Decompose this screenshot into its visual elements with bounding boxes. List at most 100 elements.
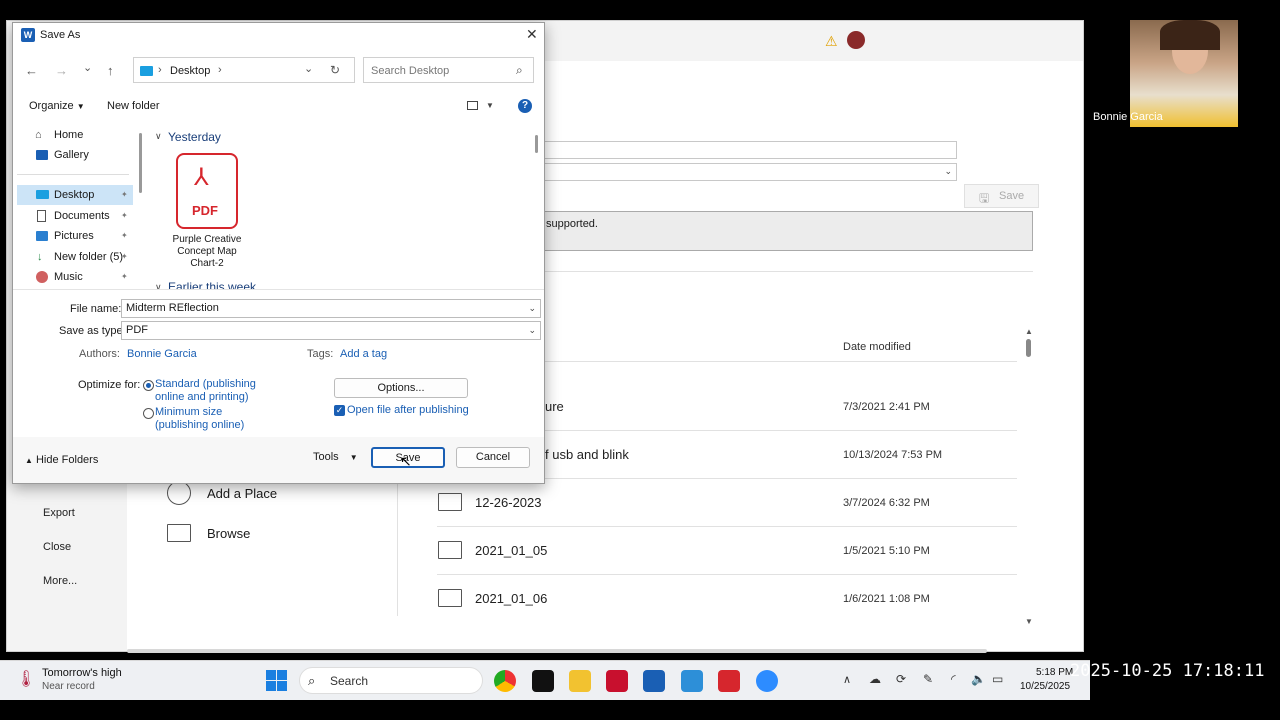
clock-time[interactable]: 5:18 PM — [1036, 667, 1073, 678]
close-icon[interactable]: ✕ — [526, 26, 538, 43]
standard-radio[interactable] — [143, 380, 154, 391]
acrobat-taskbar-icon[interactable] — [718, 670, 740, 692]
hide-folders-button[interactable]: ▲ Hide Folders — [25, 454, 98, 466]
file-explorer-icon[interactable] — [569, 670, 591, 692]
place-browse-label: Browse — [207, 526, 251, 541]
clock-date[interactable]: 10/25/2025 — [1020, 681, 1070, 692]
refresh-icon[interactable]: ↻ — [330, 63, 340, 77]
user-avatar[interactable] — [847, 31, 865, 49]
authors-field[interactable]: Bonnie Garcia — [127, 348, 197, 360]
sidebar-item-pictures[interactable]: Pictures ✦ — [17, 226, 133, 246]
pin-icon: ✦ — [121, 252, 128, 261]
collapse-chevron-icon[interactable]: ∨ — [155, 131, 162, 142]
sync-icon[interactable]: ⟳ — [896, 672, 906, 686]
recording-timestamp: 2025-10-25 17:18:11 — [1070, 661, 1265, 681]
dialog-title: Save As — [40, 29, 81, 41]
optimize-label: Optimize for: — [78, 379, 141, 391]
app-icon[interactable] — [532, 670, 554, 692]
taskbar: 🌡 Tomorrow's high Near record ⌕ Search ∧… — [0, 660, 1090, 700]
volume-icon[interactable]: 🔈 — [971, 672, 986, 686]
battery-icon[interactable]: ▭ — [992, 672, 1003, 686]
backstage-export[interactable]: Export — [43, 507, 75, 519]
standard-option-label[interactable]: Standard (publishing online and printing… — [155, 378, 265, 404]
chevron-down-icon[interactable]: ▼ — [486, 101, 494, 110]
save-type-select[interactable]: PDF ⌄ — [121, 321, 541, 340]
file-item[interactable]: ⅄ PDF Purple Creative Concept Map Chart-… — [163, 151, 251, 271]
scroll-up-icon[interactable]: ▲ — [1025, 327, 1033, 336]
group-header[interactable]: Yesterday — [168, 130, 221, 144]
weather-subtitle[interactable]: Near record — [42, 681, 95, 692]
minimum-option-label[interactable]: Minimum size (publishing online) — [155, 406, 255, 432]
chrome-icon[interactable] — [494, 670, 516, 692]
cloud-sync-icon[interactable]: ☁ — [869, 672, 881, 686]
cancel-button[interactable]: Cancel — [456, 447, 530, 468]
up-arrow-icon[interactable]: ↑ — [107, 63, 114, 78]
chevron-down-icon[interactable]: ⌄ — [304, 62, 313, 75]
mouse-cursor-icon: ↖ — [400, 453, 412, 469]
recent-locations-chevron-icon[interactable]: ⌄ — [83, 61, 92, 74]
sidebar-item-documents[interactable]: Documents ✦ — [17, 206, 133, 226]
chevron-down-icon: ▼ — [349, 453, 358, 462]
collapse-chevron-icon[interactable]: ∨ — [155, 282, 162, 289]
taskbar-search[interactable]: ⌕ Search — [299, 667, 483, 694]
chevron-down-icon: ⌄ — [944, 166, 952, 176]
options-button[interactable]: Options... — [334, 378, 468, 398]
zoom-icon[interactable] — [756, 670, 778, 692]
warning-icon[interactable]: ⚠ — [825, 33, 838, 50]
scrollbar[interactable] — [139, 133, 142, 193]
weather-title[interactable]: Tomorrow's high — [42, 667, 122, 679]
sidebar-item-gallery[interactable]: Gallery — [17, 145, 133, 165]
sidebar-item-home[interactable]: ⌂ Home — [17, 125, 133, 145]
address-bar[interactable]: › Desktop › ⌄ ↻ — [133, 57, 355, 83]
mcafee-icon[interactable] — [606, 670, 628, 692]
list-item-date: 3/7/2024 6:32 PM — [843, 497, 930, 509]
backstage-save-button[interactable]: 🖫 Save — [964, 184, 1039, 208]
scroll-down-icon[interactable]: ▼ — [1025, 617, 1033, 626]
title-field[interactable] — [537, 141, 957, 159]
new-folder-button[interactable]: New folder — [107, 100, 160, 112]
scroll-thumb[interactable] — [1026, 339, 1031, 357]
date-modified-header[interactable]: Date modified — [843, 341, 911, 353]
wifi-icon[interactable]: ◜ — [951, 672, 956, 686]
organize-button[interactable]: Organize ▼ — [29, 100, 85, 112]
group-header[interactable]: Earlier this week — [168, 280, 256, 289]
photos-icon[interactable] — [681, 670, 703, 692]
breadcrumb[interactable]: Desktop — [170, 65, 210, 77]
organize-label: Organize — [29, 100, 74, 112]
divider — [13, 289, 544, 290]
backstage-more[interactable]: More... — [43, 575, 77, 587]
save-type-label: Save as type: — [59, 325, 126, 337]
dialog-titlebar: W Save As ✕ — [13, 23, 544, 47]
list-item[interactable]: 2021_01_06 1/6/2021 1:08 PM — [437, 575, 1017, 622]
chevron-up-icon[interactable]: ∧ — [843, 673, 851, 686]
navigation-pane: ⌂ Home Gallery Desktop ✦ Documents ✦ Pic… — [13, 121, 142, 289]
divider — [537, 271, 1033, 272]
horizontal-scrollbar[interactable] — [127, 649, 987, 653]
chevron-down-icon[interactable]: ⌄ — [528, 300, 536, 316]
help-icon[interactable]: ? — [518, 99, 532, 113]
word-taskbar-icon[interactable] — [643, 670, 665, 692]
back-arrow-icon[interactable]: ← — [25, 63, 38, 78]
sidebar-item-new-folder[interactable]: ↓ New folder (5) ✦ — [17, 247, 133, 267]
sidebar-item-music[interactable]: Music ✦ — [17, 267, 133, 287]
pen-icon[interactable]: ✎ — [923, 672, 933, 686]
scrollbar[interactable] — [535, 135, 538, 153]
folder-icon — [438, 493, 462, 511]
list-item[interactable]: 12-26-2023 3/7/2024 6:32 PM — [437, 479, 1017, 526]
backstage-close[interactable]: Close — [43, 541, 71, 553]
open-after-checkbox[interactable]: ✓ — [334, 405, 345, 416]
list-item[interactable]: 2021_01_05 1/5/2021 5:10 PM — [437, 527, 1017, 574]
tags-field[interactable]: Add a tag — [340, 348, 387, 360]
sidebar-item-desktop[interactable]: Desktop ✦ — [17, 185, 133, 205]
file-name-field[interactable]: Midterm REflection ⌄ — [121, 299, 541, 318]
search-icon: ⌕ — [308, 673, 316, 688]
tools-button[interactable]: Tools ▼ — [313, 451, 358, 463]
forward-arrow-icon[interactable]: → — [55, 63, 68, 78]
location-dropdown[interactable]: ⌄ — [537, 163, 957, 181]
open-after-label[interactable]: Open file after publishing — [347, 404, 469, 416]
minimum-radio[interactable] — [143, 408, 154, 419]
search-input[interactable]: Search Desktop ⌕ — [363, 57, 534, 83]
view-options-icon[interactable] — [467, 101, 478, 110]
scrollbar[interactable]: ▲ ▼ — [1025, 327, 1033, 627]
start-icon[interactable] — [266, 670, 287, 691]
